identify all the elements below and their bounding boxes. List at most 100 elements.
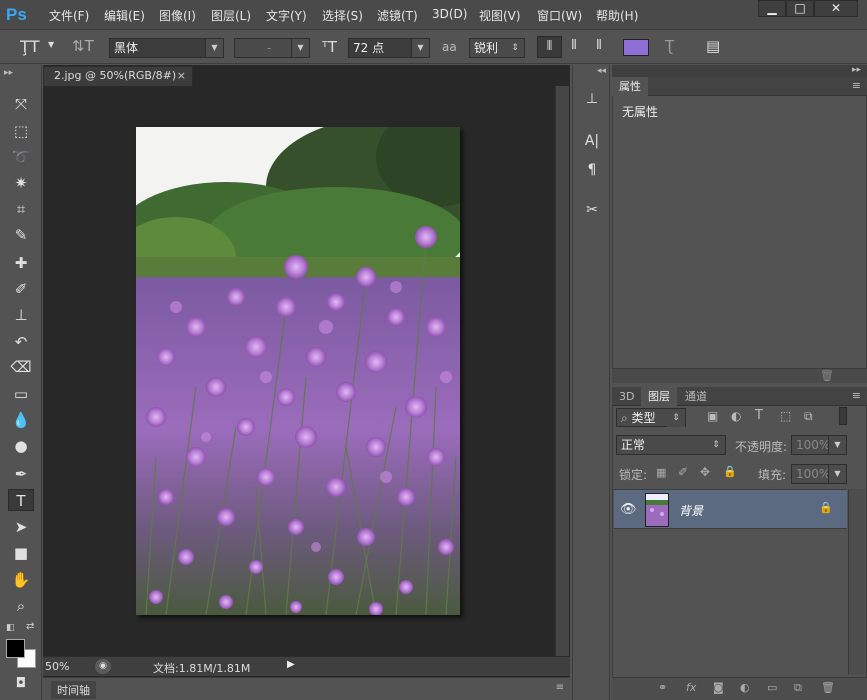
blend-mode-select[interactable]: 正常 ⇕ — [616, 435, 726, 455]
tab-channels[interactable]: 通道 — [678, 387, 714, 406]
eye-icon[interactable]: 👁 — [620, 502, 637, 517]
filter-pixel-icon[interactable]: ▣ — [707, 409, 718, 423]
menu-3d[interactable]: 3D(D) — [432, 7, 467, 21]
marquee-tool-icon[interactable]: ⬚ — [8, 120, 34, 142]
lock-transparent-icon[interactable]: ▦ — [656, 466, 666, 479]
font-style-select[interactable]: - ▼ — [234, 38, 310, 58]
brush-tool-icon[interactable]: ✐ — [8, 278, 34, 300]
close-button[interactable]: ✕ — [814, 0, 858, 17]
antialias-select[interactable]: 锐利 ⇕ — [469, 38, 525, 58]
panel-menu-icon[interactable]: ≡ — [852, 79, 861, 92]
hand-tool-icon[interactable]: ✋ — [8, 569, 34, 591]
status-menu-arrow-icon[interactable]: ▶ — [287, 659, 295, 670]
lock-position-icon[interactable]: ✥ — [700, 465, 710, 479]
menu-help[interactable]: 帮助(H) — [596, 7, 638, 24]
menu-image[interactable]: 图像(I) — [159, 7, 196, 24]
document-tab[interactable]: 2.jpg @ 50%(RGB/8#) × — [43, 66, 193, 86]
menu-bar: Ps 文件(F) 编辑(E) 图像(I) 图层(L) 文字(Y) 选择(S) 滤… — [0, 0, 867, 30]
align-center-icon[interactable]: ⦀ — [563, 36, 585, 58]
type-tool-preset-icon[interactable]: ŢT — [20, 37, 40, 56]
fx-icon[interactable]: fx — [686, 681, 696, 694]
tab-layers[interactable]: 图层 — [641, 387, 677, 406]
lock-all-icon[interactable]: 🔒 — [723, 465, 737, 478]
filter-type-icon[interactable]: T — [755, 408, 763, 423]
pen-tool-icon[interactable]: ✒ — [8, 463, 34, 485]
collapse-icon[interactable]: ▸▸ — [4, 68, 13, 78]
new-group-icon[interactable]: ▭ — [767, 681, 777, 694]
path-selection-tool-icon[interactable]: ➤ — [8, 516, 34, 538]
healing-brush-tool-icon[interactable]: ✚ — [8, 252, 34, 274]
menu-type[interactable]: 文字(Y) — [266, 7, 307, 24]
menu-file[interactable]: 文件(F) — [49, 7, 89, 24]
history-brush-tool-icon[interactable]: ↶ — [8, 331, 34, 353]
add-mask-icon[interactable]: ◙ — [713, 681, 724, 694]
eyedropper-tool-icon[interactable]: ✎ — [8, 224, 34, 246]
text-orientation-icon[interactable]: ⇅T — [72, 37, 94, 55]
default-colors-icon[interactable]: ◧ — [6, 623, 15, 633]
font-size-select[interactable]: 72 点 ▼ — [348, 38, 430, 58]
swap-colors-icon[interactable]: ⇄ — [26, 621, 34, 632]
magic-wand-tool-icon[interactable]: ✷ — [8, 172, 34, 194]
character-icon[interactable]: A| — [579, 129, 605, 153]
font-family-select[interactable]: 黑体 ▼ — [109, 38, 224, 58]
fill-input[interactable]: 100% ▼ — [791, 464, 847, 484]
chevron-down-icon[interactable]: ▼ — [48, 40, 54, 49]
collapse-icon[interactable]: ▸▸ — [852, 65, 861, 75]
clone-stamp-tool-icon[interactable]: ⊥ — [8, 304, 34, 326]
panel-menu-icon[interactable]: ≡ — [556, 682, 564, 693]
blur-tool-icon[interactable]: 💧 — [8, 409, 34, 431]
layer-row[interactable]: 👁 背景 🔒 — [614, 489, 847, 529]
filter-shape-icon[interactable]: ⬚ — [780, 409, 791, 423]
paragraph-icon[interactable]: ¶ — [579, 158, 605, 182]
move-tool-icon[interactable]: ⤧ — [8, 93, 34, 115]
document-image[interactable] — [136, 127, 460, 615]
menu-filter[interactable]: 滤镜(T) — [377, 7, 418, 24]
maximize-button[interactable]: □ — [786, 0, 814, 17]
panel-menu-icon[interactable]: ≡ — [852, 389, 861, 402]
tab-properties[interactable]: 属性 — [612, 77, 648, 96]
menu-select[interactable]: 选择(S) — [322, 7, 363, 24]
character-panel-icon[interactable]: ▤ — [706, 37, 720, 55]
collapse-icon[interactable]: ◂◂ — [597, 66, 606, 76]
adjustment-layer-icon[interactable]: ◐ — [740, 681, 750, 694]
zoom-tool-icon[interactable]: ⌕ — [8, 595, 34, 617]
clone-source-icon[interactable]: ⊥ — [579, 87, 605, 111]
rectangle-tool-icon[interactable]: ■ — [8, 542, 34, 564]
tab-3d[interactable]: 3D — [612, 387, 641, 406]
filter-toggle[interactable] — [839, 407, 847, 425]
layer-filter-select[interactable]: ⌕ 类型 ⇕ — [616, 408, 686, 427]
lasso-tool-icon[interactable]: ➰ — [8, 146, 34, 168]
share-icon[interactable]: ◉ — [95, 659, 111, 674]
filter-adjustment-icon[interactable]: ◐ — [731, 409, 741, 423]
align-right-icon[interactable]: ⦀ — [588, 36, 610, 58]
opacity-input[interactable]: 100% ▼ — [791, 435, 847, 455]
warp-text-icon[interactable]: Ʈ — [665, 37, 674, 55]
text-color-swatch[interactable] — [623, 39, 649, 56]
menu-window[interactable]: 窗口(W) — [537, 7, 582, 24]
eraser-tool-icon[interactable]: ⌫ — [8, 356, 34, 378]
align-left-icon[interactable]: ⦀ — [537, 36, 562, 58]
menu-edit[interactable]: 编辑(E) — [104, 7, 145, 24]
new-layer-icon[interactable]: ⧉ — [794, 681, 802, 695]
timeline-tab[interactable]: 时间轴 — [51, 681, 96, 699]
close-tab-icon[interactable]: × — [177, 67, 186, 85]
tool-presets-icon[interactable]: ✂ — [579, 198, 605, 222]
trash-icon[interactable]: 🗑 — [821, 681, 835, 694]
trash-icon[interactable]: 🗑 — [820, 369, 834, 382]
crop-tool-icon[interactable]: ⌗ — [8, 198, 34, 220]
menu-view[interactable]: 视图(V) — [479, 7, 521, 24]
layers-scrollbar[interactable] — [848, 489, 865, 675]
filter-smart-object-icon[interactable]: ⧉ — [804, 409, 813, 424]
foreground-color-swatch[interactable] — [6, 639, 25, 658]
quick-mask-icon[interactable]: ◘ — [8, 673, 34, 695]
zoom-level[interactable]: 50% — [45, 660, 69, 673]
menu-layer[interactable]: 图层(L) — [211, 7, 251, 24]
gradient-tool-icon[interactable]: ▭ — [8, 383, 34, 405]
lock-image-icon[interactable]: ✐ — [678, 465, 688, 479]
link-layers-icon[interactable]: ⚭ — [658, 681, 667, 694]
vertical-scrollbar[interactable] — [555, 86, 569, 656]
minimize-button[interactable]: ▁ — [758, 0, 786, 17]
dodge-tool-icon[interactable]: ● — [8, 435, 34, 457]
type-tool-icon[interactable]: T — [8, 489, 34, 511]
layer-name[interactable]: 背景 — [679, 502, 703, 519]
